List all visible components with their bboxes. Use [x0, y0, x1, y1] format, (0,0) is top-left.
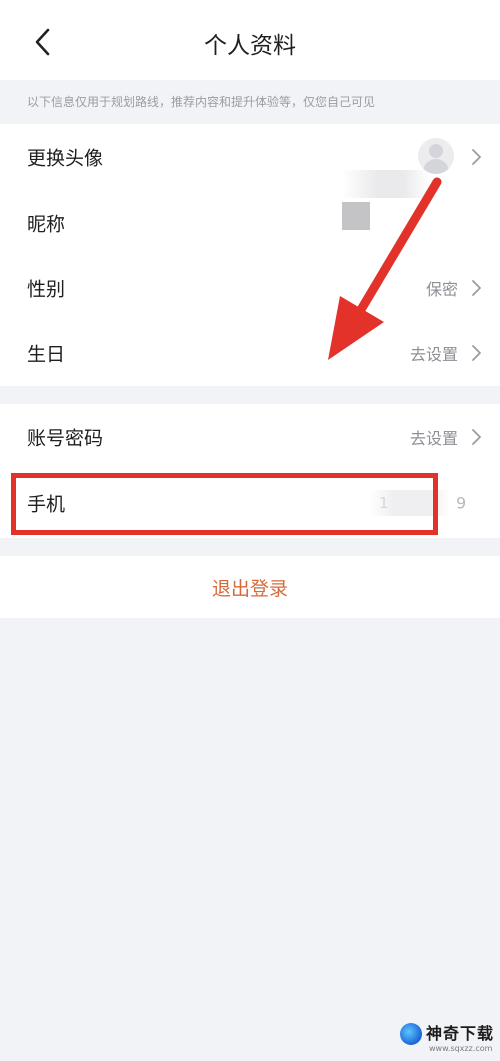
row-label: 更换头像 — [27, 147, 104, 170]
watermark-brand: 神奇下载 — [426, 1024, 495, 1043]
phone-value-end: 9 — [456, 493, 467, 513]
row-nickname[interactable]: 昵称 — [0, 190, 500, 256]
profile-section: 更换头像 昵称 性别 保密 生日 去设置 — [0, 124, 500, 386]
annotation-highlight-box — [11, 473, 438, 535]
row-label: 生日 — [27, 343, 66, 366]
row-birthday[interactable]: 生日 去设置 — [0, 320, 500, 386]
row-value: 去设置 — [409, 429, 458, 448]
watermark-url: www.sqxzz.com — [429, 1044, 493, 1053]
row-account-password[interactable]: 账号密码 去设置 — [0, 404, 500, 470]
logout-label: 退出登录 — [211, 578, 288, 600]
chevron-right-icon — [472, 429, 481, 445]
redacted-nickname — [342, 202, 370, 230]
chevron-right-icon — [472, 280, 481, 296]
privacy-notice: 以下信息仅用于规划路线，推荐内容和提升体验等，仅您自己可见 — [0, 80, 500, 124]
watermark-logo-icon — [400, 1023, 422, 1045]
chevron-right-icon — [472, 149, 481, 165]
top-bar: 个人资料 — [0, 0, 500, 80]
redacted-area — [342, 170, 430, 198]
row-label: 昵称 — [27, 213, 66, 236]
logout-button[interactable]: 退出登录 — [0, 556, 500, 618]
page-title: 个人资料 — [204, 33, 296, 59]
privacy-notice-text: 以下信息仅用于规划路线，推荐内容和提升体验等，仅您自己可见 — [27, 95, 376, 109]
watermark: 神奇下载 www.sqxzz.com — [396, 1017, 500, 1061]
row-value: 保密 — [425, 280, 458, 299]
chevron-right-icon — [472, 345, 481, 361]
avatar[interactable] — [418, 138, 454, 174]
row-label: 性别 — [27, 278, 66, 301]
row-gender[interactable]: 性别 保密 — [0, 255, 500, 321]
row-label: 账号密码 — [27, 427, 104, 450]
row-value: 去设置 — [409, 345, 458, 364]
